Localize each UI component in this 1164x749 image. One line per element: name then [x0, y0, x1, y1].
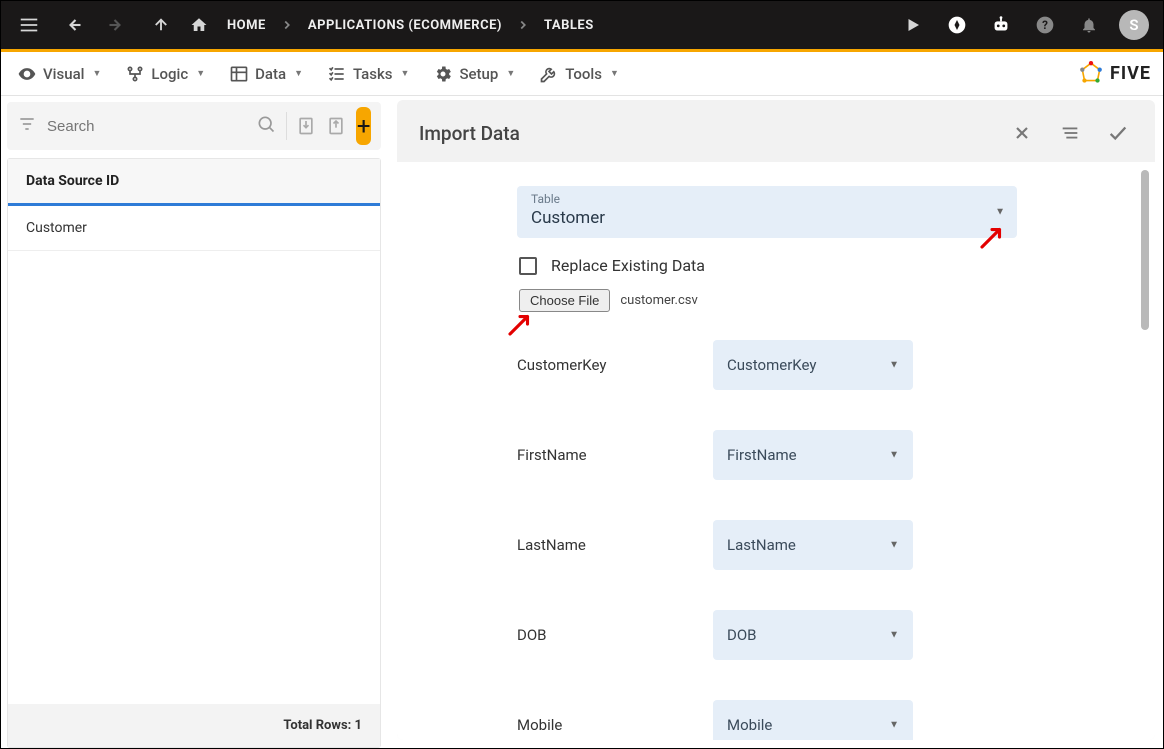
- card-header: Import Data: [397, 100, 1155, 162]
- mapping-dropdown[interactable]: CustomerKey▼: [713, 340, 913, 390]
- choose-file-row: Choose File customer.csv: [517, 289, 1017, 312]
- tab-logic[interactable]: Logic▼: [121, 60, 209, 88]
- back-icon[interactable]: [53, 5, 93, 45]
- card-body: Table Customer ▼ Replace Existing Data C…: [397, 162, 1155, 740]
- tab-visual[interactable]: Visual▼: [13, 60, 105, 88]
- import-icon[interactable]: [296, 112, 316, 140]
- mapping-dropdown[interactable]: FirstName▼: [713, 430, 913, 480]
- field-mapping-row: CustomerKey CustomerKey▼: [517, 340, 1017, 390]
- forward-icon: [97, 5, 137, 45]
- mapping-label: DOB: [517, 626, 687, 644]
- dropdown-caret-icon: ▼: [995, 207, 1005, 218]
- bell-icon[interactable]: [1069, 5, 1109, 45]
- content-area: Import Data Table Customer ▼: [387, 96, 1163, 748]
- add-button[interactable]: +: [356, 107, 371, 145]
- close-icon[interactable]: [1005, 116, 1039, 150]
- field-mapping-row: FirstName FirstName▼: [517, 430, 1017, 480]
- mapping-dropdown[interactable]: DOB▼: [713, 610, 913, 660]
- mapping-label: Mobile: [517, 716, 687, 734]
- dropdown-caret-icon: ▼: [889, 450, 899, 461]
- chevron-right-icon: [516, 18, 530, 32]
- table-dropdown-value: Customer: [531, 208, 605, 228]
- hamburger-menu-icon[interactable]: [9, 5, 49, 45]
- tab-label: Setup: [459, 65, 498, 83]
- import-card: Import Data Table Customer ▼: [397, 100, 1155, 740]
- table-dropdown-label: Table: [531, 192, 1005, 206]
- user-avatar[interactable]: S: [1119, 10, 1149, 40]
- compass-icon[interactable]: [937, 5, 977, 45]
- tab-data[interactable]: Data▼: [225, 60, 307, 88]
- mapping-dropdown[interactable]: LastName▼: [713, 520, 913, 570]
- tab-label: Visual: [43, 65, 84, 83]
- dropdown-caret-icon: ▼: [889, 540, 899, 551]
- filter-icon[interactable]: [17, 114, 37, 138]
- breadcrumb-applications[interactable]: APPLICATIONS (ECOMMERCE): [298, 18, 512, 33]
- list-row[interactable]: Customer: [8, 206, 380, 251]
- mapping-label: FirstName: [517, 446, 687, 464]
- footer-label: Total Rows:: [283, 718, 351, 733]
- brand-text: FIVE: [1110, 63, 1151, 84]
- vertical-scrollbar[interactable]: [1141, 170, 1149, 330]
- confirm-icon[interactable]: [1101, 116, 1135, 150]
- up-icon[interactable]: [141, 5, 181, 45]
- breadcrumb-home[interactable]: HOME: [217, 18, 276, 33]
- export-icon[interactable]: [326, 112, 346, 140]
- tab-tasks[interactable]: Tasks▼: [323, 60, 413, 88]
- choose-file-button[interactable]: Choose File: [519, 289, 610, 312]
- mapping-dropdown[interactable]: Mobile▼: [713, 700, 913, 740]
- main-layout: + Data Source ID Customer Total Rows: 1 …: [1, 96, 1163, 748]
- card-title: Import Data: [419, 122, 991, 145]
- field-mapping-row: Mobile Mobile▼: [517, 700, 1017, 740]
- play-icon[interactable]: [893, 5, 933, 45]
- dropdown-caret-icon: ▼: [889, 720, 899, 731]
- annotation-arrow-icon: [505, 309, 535, 339]
- help-icon[interactable]: ?: [1025, 5, 1065, 45]
- footer-value: 1: [355, 718, 362, 733]
- tab-label: Logic: [151, 65, 188, 83]
- replace-existing-row: Replace Existing Data: [517, 256, 1017, 275]
- tab-label: Data: [255, 65, 286, 83]
- chevron-right-icon: [280, 18, 294, 32]
- replace-existing-checkbox[interactable]: [519, 257, 537, 275]
- list-footer: Total Rows: 1: [8, 704, 380, 747]
- search-icon[interactable]: [256, 114, 276, 138]
- robot-icon[interactable]: [981, 5, 1021, 45]
- table-dropdown[interactable]: Table Customer ▼: [517, 186, 1017, 238]
- dropdown-caret-icon: ▼: [889, 360, 899, 371]
- data-source-list: Data Source ID Customer Total Rows: 1: [7, 158, 381, 748]
- mapping-label: CustomerKey: [517, 356, 687, 374]
- tab-tools[interactable]: Tools▼: [535, 60, 623, 88]
- secondary-tabs-bar: Visual▼ Logic▼ Data▼ Tasks▼ Setup▼ Tools…: [1, 52, 1163, 96]
- top-app-bar: HOME APPLICATIONS (ECOMMERCE) TABLES ? S: [1, 1, 1163, 49]
- replace-existing-label: Replace Existing Data: [551, 256, 705, 275]
- sidebar: + Data Source ID Customer Total Rows: 1: [1, 96, 387, 748]
- field-mapping-row: LastName LastName▼: [517, 520, 1017, 570]
- tab-label: Tasks: [353, 65, 393, 83]
- mapping-label: LastName: [517, 536, 687, 554]
- selected-filename: customer.csv: [620, 293, 697, 308]
- dropdown-caret-icon: ▼: [889, 630, 899, 641]
- search-toolbar: +: [7, 102, 381, 150]
- tab-setup[interactable]: Setup▼: [429, 60, 519, 88]
- search-input[interactable]: [47, 118, 246, 135]
- field-mapping-row: DOB DOB▼: [517, 610, 1017, 660]
- svg-text:?: ?: [1042, 18, 1048, 32]
- breadcrumb-tables[interactable]: TABLES: [534, 18, 604, 33]
- list-header: Data Source ID: [8, 159, 380, 206]
- home-icon[interactable]: [185, 5, 213, 45]
- brand-logo: FIVE: [1078, 61, 1151, 87]
- tab-label: Tools: [565, 65, 602, 83]
- notes-icon[interactable]: [1053, 116, 1087, 150]
- annotation-arrow-icon: [977, 222, 1007, 252]
